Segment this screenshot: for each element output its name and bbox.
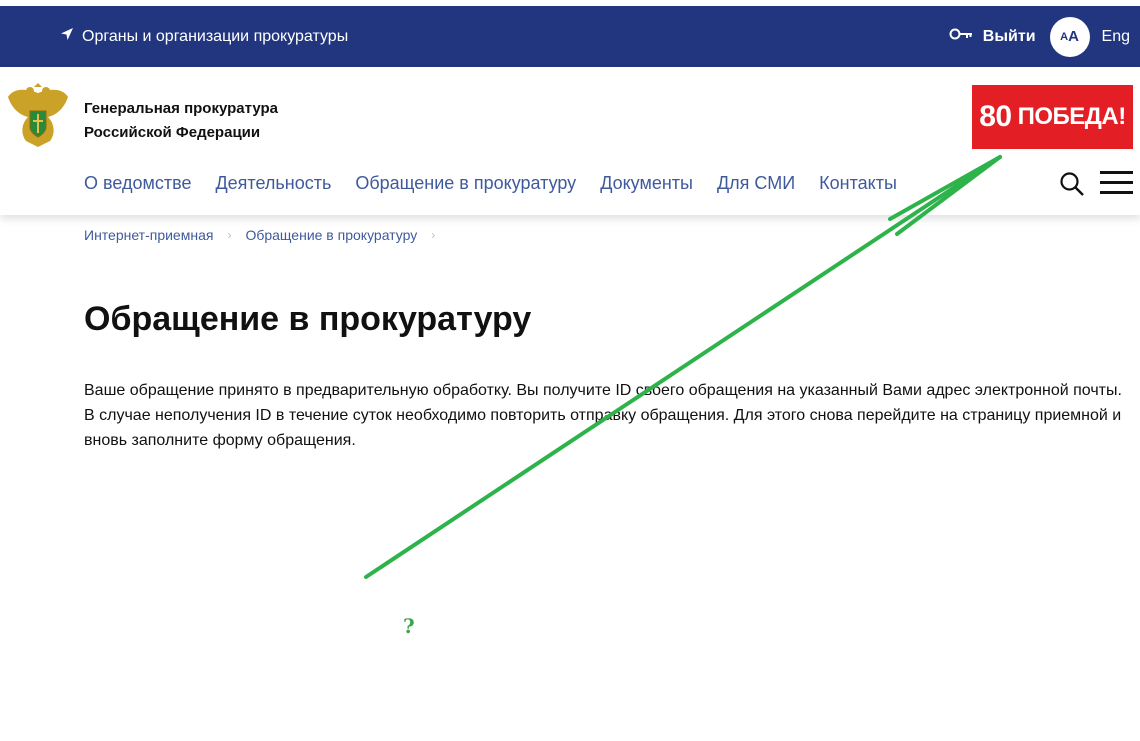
nav-item-documents[interactable]: Документы bbox=[600, 173, 693, 194]
menu-icon[interactable] bbox=[1100, 171, 1133, 201]
font-big-letter: A bbox=[1068, 28, 1079, 45]
nav-item-media[interactable]: Для СМИ bbox=[717, 173, 795, 194]
message-line-3: вновь заполните форму обращения. bbox=[84, 432, 356, 449]
breadcrumb: Интернет-приемная › Обращение в прокурат… bbox=[84, 227, 435, 243]
confirmation-message: Ваше обращение принято в предварительную… bbox=[84, 378, 1140, 453]
nav-item-about[interactable]: О ведомстве bbox=[84, 173, 191, 194]
organizations-label: Органы и организации прокуратуры bbox=[82, 27, 349, 45]
banner-number: 80 bbox=[979, 100, 1012, 133]
organization-name[interactable]: Генеральная прокуратура Российской Федер… bbox=[84, 97, 278, 145]
org-name-line2: Российской Федерации bbox=[84, 124, 261, 141]
annotation-question-mark: ? bbox=[403, 614, 415, 638]
message-line-2: В случае неполучения ID в течение суток … bbox=[84, 407, 1122, 424]
page-title: Обращение в прокуратуру bbox=[84, 300, 532, 338]
message-line-1: Ваше обращение принято в предварительную… bbox=[84, 382, 1122, 399]
site-header: Генеральная прокуратура Российской Федер… bbox=[0, 67, 1140, 215]
breadcrumb-internet-reception[interactable]: Интернет-приемная bbox=[84, 227, 213, 243]
organizations-link[interactable]: Органы и организации прокуратуры bbox=[60, 6, 348, 67]
nav-item-appeal[interactable]: Обращение в прокуратуру bbox=[355, 173, 576, 194]
font-small-letter: A bbox=[1060, 30, 1069, 43]
banner-text: ПОБЕДА! bbox=[1017, 103, 1127, 130]
chevron-right-icon: › bbox=[227, 228, 232, 242]
search-icon[interactable] bbox=[1059, 171, 1085, 202]
location-arrow-icon bbox=[60, 27, 74, 46]
logout-button[interactable]: Выйти bbox=[949, 27, 1036, 46]
font-size-toggle[interactable]: AA bbox=[1049, 16, 1090, 57]
main-nav: О ведомстве Деятельность Обращение в про… bbox=[84, 173, 897, 194]
nav-item-contacts[interactable]: Контакты bbox=[819, 173, 897, 194]
org-name-line1: Генеральная прокуратура bbox=[84, 100, 278, 117]
language-switch[interactable]: Eng bbox=[1102, 28, 1130, 46]
victory-80-banner[interactable]: 80 ПОБЕДА! bbox=[972, 85, 1133, 149]
chevron-right-icon: › bbox=[431, 228, 436, 242]
top-bar: Органы и организации прокуратуры Выйти A… bbox=[0, 6, 1140, 67]
coat-of-arms-logo[interactable] bbox=[6, 83, 70, 156]
nav-item-activity[interactable]: Деятельность bbox=[215, 173, 331, 194]
logout-label: Выйти bbox=[982, 27, 1036, 45]
breadcrumb-appeal[interactable]: Обращение в прокуратуру bbox=[245, 227, 417, 243]
key-icon bbox=[949, 27, 973, 46]
